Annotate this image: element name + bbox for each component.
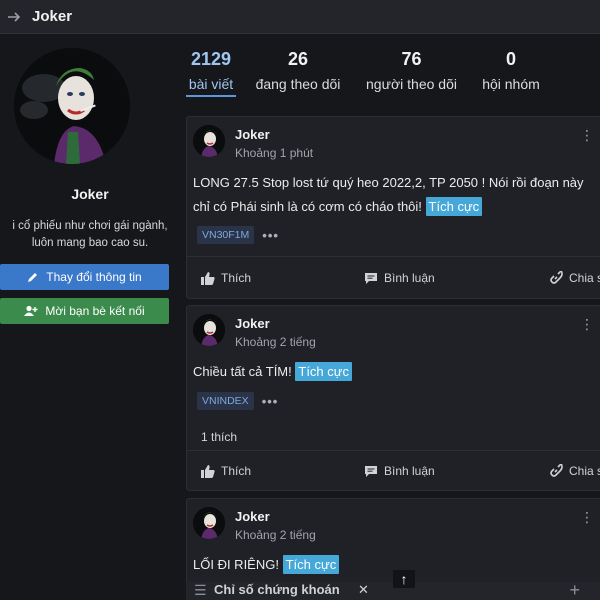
post-content: Chiều tất cả TÍM! Tích cực	[193, 360, 352, 384]
comment-button[interactable]: Bình luận	[364, 271, 435, 285]
avatar[interactable]	[193, 314, 225, 346]
tag-row: VNINDEX •••	[197, 392, 278, 410]
stat-label: hội nhóm	[482, 76, 540, 92]
share-label: Chia s	[569, 271, 600, 285]
post-card: Joker Khoảng 2 tiếng ⋮ Chiều tất cả TÍM!…	[186, 305, 600, 491]
sentiment-badge: Tích cực	[295, 362, 352, 381]
invite-friends-button[interactable]: Mời bạn bè kết nối	[0, 298, 169, 324]
stat-following[interactable]: 26 đang theo dõi	[250, 48, 346, 94]
profile-stats: 2129 bài viết 26 đang theo dõi 76 người …	[186, 48, 600, 100]
post-time: Khoảng 1 phút	[235, 146, 314, 160]
more-icon[interactable]: ⋮	[580, 127, 595, 144]
like-label: Thích	[221, 271, 252, 285]
sentiment-badge: Tích cực	[425, 197, 483, 216]
post-feed: Joker Khoảng 1 phút ⋮ LONG 27.5 Stop los…	[186, 114, 600, 600]
post-author[interactable]: Joker	[235, 127, 270, 142]
comment-button[interactable]: Bình luận	[364, 464, 435, 478]
more-icon[interactable]: ⋮	[580, 509, 595, 526]
like-count[interactable]: 1 thích	[201, 430, 237, 444]
like-icon	[201, 464, 215, 478]
avatar[interactable]	[193, 125, 225, 157]
top-bar: Joker	[0, 0, 600, 34]
bio-line: luôn mang bao cao su.	[31, 237, 149, 249]
share-label: Chia s	[569, 464, 600, 478]
divider	[187, 256, 600, 257]
post-actions: Thích Bình luận Chia s	[187, 263, 600, 293]
post-actions: Thích Bình luận Chia s	[187, 456, 600, 486]
comment-icon	[365, 272, 377, 284]
stat-value: 0	[505, 49, 516, 69]
invite-friends-label: Mời bạn bè kết nối	[45, 304, 145, 318]
comment-label: Bình luận	[384, 271, 435, 285]
avatar[interactable]	[193, 507, 225, 539]
post-content: LỐI ĐI RIÊNG! Tích cực	[193, 553, 340, 577]
comment-icon	[365, 465, 377, 477]
close-icon[interactable]: ✕	[358, 582, 369, 598]
profile-sidebar: Joker i cổ phiếu như chơi gái ngành, luô…	[0, 34, 180, 600]
stat-label: người theo dõi	[366, 76, 457, 92]
like-button[interactable]: Thích	[201, 464, 251, 478]
edit-profile-label: Thay đổi thông tin	[46, 270, 142, 284]
stat-label: đang theo dõi	[255, 76, 341, 92]
stat-value: 76	[401, 49, 422, 69]
post-author[interactable]: Joker	[235, 316, 270, 331]
stat-groups[interactable]: 0 hội nhóm	[478, 48, 544, 94]
divider	[187, 450, 600, 451]
plus-icon[interactable]: +	[569, 582, 580, 600]
stock-index-title: Chỉ số chứng khoán	[214, 582, 340, 597]
like-button[interactable]: Thích	[201, 271, 251, 285]
post-content: LONG 27.5 Stop lost tứ quý heo 2022,2, T…	[193, 171, 584, 219]
arrow-right-icon[interactable]	[4, 7, 24, 27]
post-text-line: LỐI ĐI RIÊNG!	[193, 557, 279, 572]
arrow-up-icon[interactable]: ↑	[393, 570, 415, 588]
share-button[interactable]: Chia s	[549, 464, 600, 478]
profile-name: Joker	[71, 186, 109, 202]
stock-tag[interactable]: VNINDEX	[197, 392, 254, 410]
stat-label: bài viết	[186, 74, 236, 97]
more-icon[interactable]: •••	[262, 228, 279, 243]
post-card: Joker Khoảng 1 phút ⋮ LONG 27.5 Stop los…	[186, 116, 600, 299]
share-button[interactable]: Chia s	[549, 271, 600, 285]
more-icon[interactable]: •••	[262, 394, 279, 409]
pencil-icon	[28, 273, 38, 282]
stat-value: 2129	[190, 49, 232, 69]
add-user-icon	[24, 305, 38, 316]
stat-followers[interactable]: 76 người theo dõi	[361, 48, 462, 94]
post-author[interactable]: Joker	[235, 509, 270, 524]
page-title: Joker	[32, 8, 73, 25]
like-icon	[201, 271, 215, 285]
profile-bio: i cổ phiếu như chơi gái ngành, luôn mang…	[0, 218, 180, 252]
stat-posts[interactable]: 2129 bài viết	[186, 48, 236, 97]
sentiment-badge: Tích cực	[282, 555, 340, 574]
bio-line: i cổ phiếu như chơi gái ngành,	[12, 220, 168, 232]
menu-icon[interactable]: ☰	[194, 582, 207, 599]
stat-value: 26	[287, 49, 309, 69]
post-text-line: Chiều tất cả TÍM!	[193, 364, 292, 379]
post-time: Khoảng 2 tiếng	[235, 335, 316, 349]
avatar	[14, 48, 130, 164]
stock-tag[interactable]: VN30F1M	[197, 226, 255, 244]
tag-row: VN30F1M •••	[197, 226, 279, 244]
post-time: Khoảng 2 tiếng	[235, 528, 316, 542]
post-text-line: LONG 27.5 Stop lost tứ quý heo 2022,2, T…	[193, 175, 584, 190]
edit-profile-button[interactable]: Thay đổi thông tin	[0, 264, 169, 290]
comment-label: Bình luận	[384, 464, 435, 478]
share-icon	[550, 271, 563, 284]
more-icon[interactable]: ⋮	[580, 316, 595, 333]
like-label: Thích	[221, 464, 252, 478]
share-icon	[550, 464, 563, 477]
post-text-line: chỉ có Phái sinh là có cơm có cháo thôi!	[193, 199, 422, 214]
